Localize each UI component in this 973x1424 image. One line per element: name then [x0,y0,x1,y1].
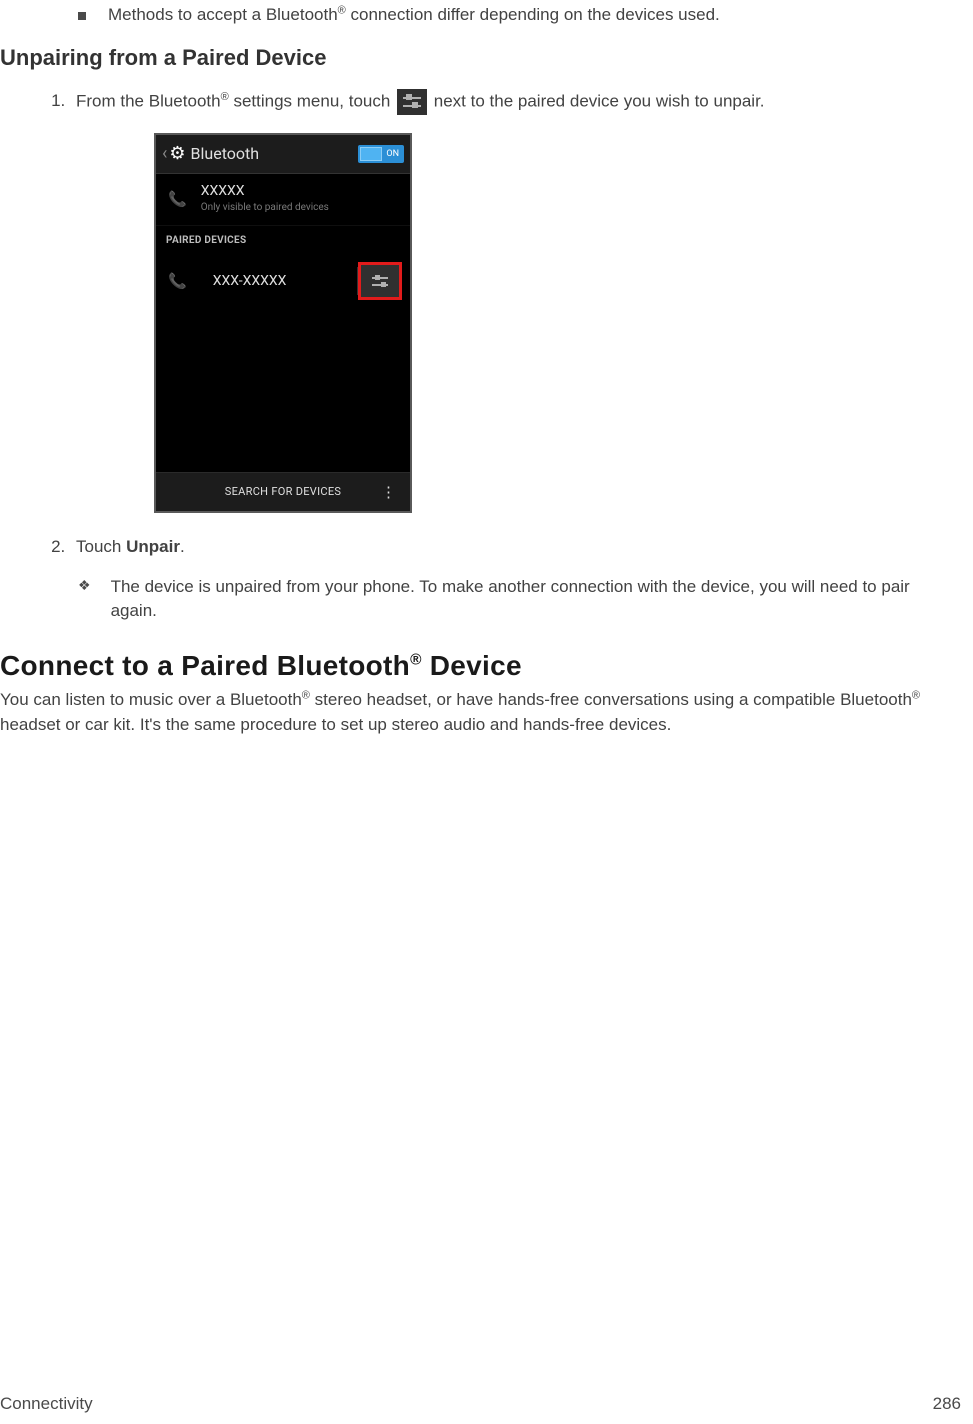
paired-section-label: PAIRED DEVICES [156,226,410,254]
bluetooth-toggle[interactable]: ON [358,145,404,163]
overflow-menu-icon[interactable]: ⋮ [381,485,396,500]
back-icon[interactable]: ‹ [162,141,167,166]
bullet-note: Methods to accept a Bluetooth® connectio… [78,5,943,25]
text-part: Touch [76,537,126,556]
text-part: Connect to a Paired Bluetooth [0,650,410,681]
text-part: You can listen to music over a Bluetooth [0,690,302,709]
unpair-label: Unpair [126,537,180,556]
own-device-name: XXXXX [201,184,402,199]
registered-mark: ® [410,652,422,669]
square-bullet-icon [78,12,86,20]
step-1: From the Bluetooth® settings menu, touch… [70,89,943,513]
phone-screenshot: ‹ ⚙ Bluetooth ON 📞 XXXXX Only visible to… [154,133,412,513]
text-part: . [180,537,185,556]
text-part: stereo headset, or have hands-free conve… [310,690,912,709]
registered-mark: ® [338,4,346,16]
paired-device-name: XXX-XXXXX [213,274,357,289]
paired-device-row[interactable]: 📞 XXX-XXXXX [156,254,410,308]
text-part: next to the paired device you wish to un… [429,91,764,110]
own-device-row[interactable]: 📞 XXXXX Only visible to paired devices [156,174,410,226]
sliders-icon [370,271,390,291]
heading-connect: Connect to a Paired Bluetooth® Device [0,650,973,682]
text-part: headset or car kit. It's the same proced… [0,715,671,734]
result-note: ❖ The device is unpaired from your phone… [78,575,943,623]
registered-mark: ® [302,690,310,702]
own-device-sub: Only visible to paired devices [201,201,402,215]
sliders-icon [397,89,427,115]
text-part: settings menu, touch [229,91,395,110]
connect-paragraph: You can listen to music over a Bluetooth… [0,688,961,737]
phone-icon: 📞 [168,189,187,210]
registered-mark: ® [221,91,229,103]
footer-section: Connectivity [0,1394,93,1414]
phone-header: ‹ ⚙ Bluetooth ON [156,135,410,174]
phone-footer: SEARCH FOR DEVICES ⋮ [156,472,410,511]
page-footer: Connectivity 286 [0,1394,961,1414]
phone-icon: 📞 [168,271,187,292]
diamond-bullet-icon: ❖ [78,575,91,595]
page-number: 286 [933,1394,961,1414]
heading-unpairing: Unpairing from a Paired Device [0,45,973,71]
step-2: Touch Unpair. [70,535,943,559]
search-devices-button[interactable]: SEARCH FOR DEVICES [225,484,341,499]
screen-title: Bluetooth [191,143,358,165]
text-part: Device [422,650,522,681]
device-settings-button[interactable] [358,262,402,300]
text-part: connection differ depending on the devic… [346,5,720,24]
text-part: Methods to accept a Bluetooth [108,5,338,24]
text-part: From the Bluetooth [76,91,221,110]
result-text: The device is unpaired from your phone. … [111,575,943,623]
bullet-text: Methods to accept a Bluetooth® connectio… [108,5,720,25]
registered-mark: ® [912,690,920,702]
gear-icon: ⚙ [169,141,185,166]
